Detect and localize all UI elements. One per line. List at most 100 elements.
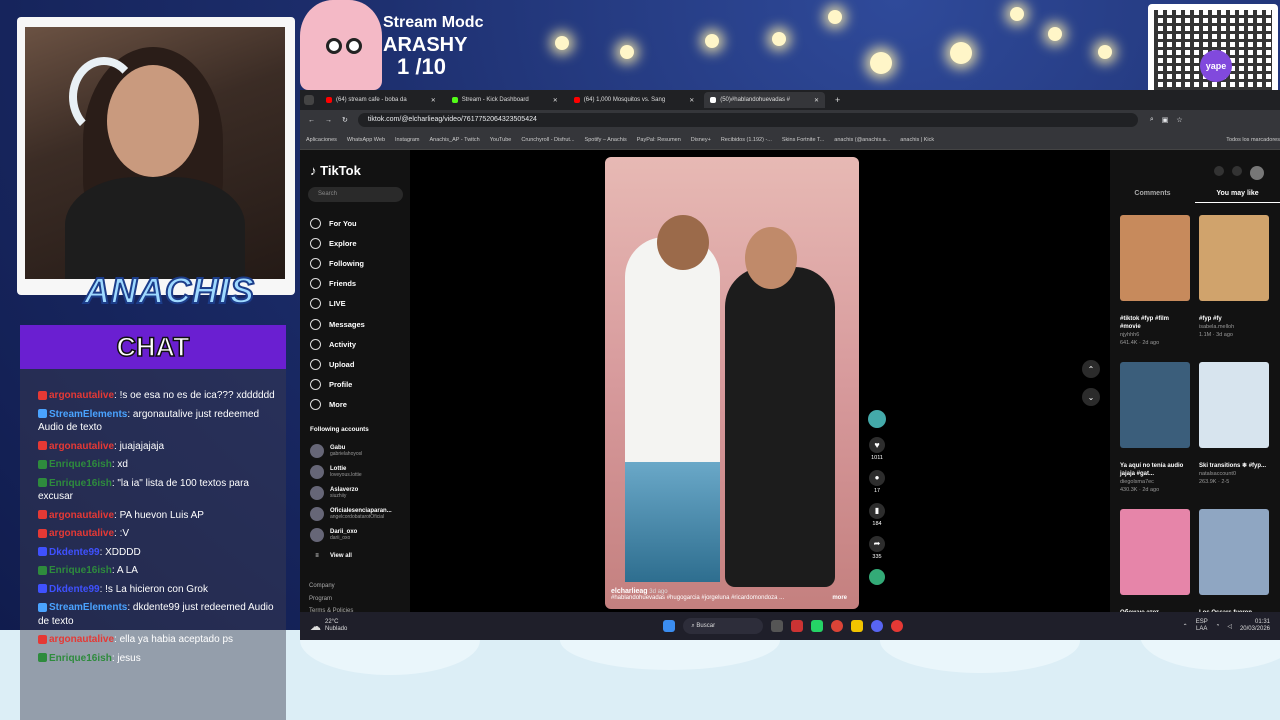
- bookmark-item[interactable]: Instagram: [395, 137, 419, 143]
- bookmark-item[interactable]: WhatsApp Web: [347, 137, 385, 143]
- previous-video-button[interactable]: ⌃: [1082, 360, 1100, 378]
- bookmark-item[interactable]: Spotify – Anachis: [585, 137, 627, 143]
- tiktok-logo[interactable]: ♪ TikTok: [310, 163, 361, 178]
- chat-username[interactable]: argonautalive: [49, 441, 114, 452]
- obs-icon[interactable]: [891, 620, 904, 632]
- file-explorer-icon[interactable]: [851, 620, 864, 632]
- browser-tab[interactable]: (64) stream cafe - boba da ✕: [320, 92, 442, 108]
- bookmark-item[interactable]: Skins Fortnite T...: [782, 137, 824, 143]
- footer-link[interactable]: Program: [309, 593, 353, 606]
- zoom-icon[interactable]: ⌕: [1150, 116, 1154, 124]
- chat-username[interactable]: argonautalive: [49, 634, 114, 645]
- comment-button[interactable]: ● 17: [866, 470, 888, 494]
- bookmark-item[interactable]: anachis | Kick: [900, 137, 934, 143]
- bookmark-item[interactable]: Recibidos (1.192) -...: [721, 137, 772, 143]
- nav-item-explore[interactable]: Explore: [310, 233, 365, 253]
- new-tab-icon[interactable]: +: [835, 95, 840, 105]
- nav-item-profile[interactable]: Profile: [310, 375, 365, 395]
- extension-icon[interactable]: ▣: [1162, 116, 1169, 124]
- chat-username[interactable]: Dkdente99: [49, 547, 100, 558]
- volume-icon[interactable]: ◁: [1227, 623, 1232, 630]
- bookmark-star-icon[interactable]: ☆: [1176, 116, 1182, 124]
- task-view-icon[interactable]: [771, 620, 784, 632]
- url-field[interactable]: tiktok.com/@elcharlieag/video/7617752064…: [357, 113, 1138, 127]
- nav-item-live[interactable]: LIVE: [310, 294, 365, 314]
- close-tab-icon[interactable]: ✕: [553, 97, 558, 104]
- like-button[interactable]: ♥ 1011: [866, 437, 888, 461]
- nav-item-activity[interactable]: Activity: [310, 334, 365, 354]
- nav-item-messages[interactable]: Messages: [310, 314, 365, 334]
- next-video-button[interactable]: ⌄: [1082, 388, 1100, 406]
- device-icon[interactable]: [1232, 166, 1242, 176]
- app-icon[interactable]: [791, 620, 804, 632]
- following-account[interactable]: Darii_oxo darii_oxo: [310, 524, 392, 545]
- share-button[interactable]: ➦ 335: [866, 536, 888, 560]
- music-disc-icon[interactable]: [866, 569, 888, 585]
- tray-chevron-icon[interactable]: ⌃: [1183, 623, 1188, 630]
- chat-username[interactable]: StreamElements: [49, 602, 127, 613]
- video-author[interactable]: elcharlieag: [611, 588, 648, 595]
- right-panel-tab[interactable]: Comments: [1110, 190, 1195, 203]
- chat-username[interactable]: Enrique16ish: [49, 565, 112, 576]
- bookmark-item[interactable]: Todos los marcadores: [1226, 137, 1280, 143]
- save-button[interactable]: ▮ 184: [866, 503, 888, 527]
- suggested-video[interactable]: #fyp #fy isabela.melloh 1.1M · 3d ago: [1199, 215, 1269, 362]
- search-input[interactable]: Search: [308, 187, 403, 202]
- chat-username[interactable]: Dkdente99: [49, 584, 100, 595]
- chat-username[interactable]: Enrique16ish: [49, 478, 112, 489]
- footer-link[interactable]: Company: [309, 580, 353, 593]
- whatsapp-icon[interactable]: [811, 620, 824, 632]
- browser-tab[interactable]: (64) 1,000 Mosquitos vs. Sang ✕: [568, 92, 700, 108]
- nav-item-upload[interactable]: Upload: [310, 354, 365, 374]
- video-thumbnail[interactable]: [1120, 509, 1190, 595]
- settings-icon[interactable]: [1214, 166, 1224, 176]
- back-icon[interactable]: ←: [308, 117, 315, 124]
- video-thumbnail[interactable]: [1120, 362, 1190, 448]
- nav-item-for-you[interactable]: For You: [310, 213, 365, 233]
- chat-username[interactable]: argonautalive: [49, 390, 114, 401]
- close-tab-icon[interactable]: ✕: [431, 97, 436, 104]
- nav-item-following[interactable]: Following: [310, 253, 365, 273]
- bookmark-item[interactable]: anachis (@anachis.a...: [834, 137, 890, 143]
- video-thumbnail[interactable]: [1199, 215, 1269, 301]
- following-account[interactable]: Gabu gabrielahoyosl: [310, 440, 392, 461]
- following-account[interactable]: Aslaverzo siuzhiiy: [310, 482, 392, 503]
- reload-icon[interactable]: ↻: [342, 116, 348, 124]
- profile-avatar[interactable]: [1250, 166, 1264, 180]
- chat-username[interactable]: Enrique16ish: [49, 653, 112, 664]
- bookmark-item[interactable]: Disney+: [691, 137, 711, 143]
- video-hashtags[interactable]: #hablandohuevadas #hugogarcia #jorgeluna…: [611, 595, 784, 601]
- following-account[interactable]: Oficialesenciaparan... angelcordobatarotO…: [310, 503, 392, 524]
- weather-widget[interactable]: ☁ 22°C Nublado: [310, 619, 347, 633]
- wifi-icon[interactable]: ◔: [1216, 623, 1220, 629]
- browser-tab[interactable]: Stream - Kick Dashboard ✕: [446, 92, 564, 108]
- clock-time[interactable]: 01:31: [1240, 619, 1270, 626]
- nav-item-more[interactable]: More: [310, 395, 365, 415]
- video-player[interactable]: elcharlieag 3d ago #hablandohuevadas #hu…: [605, 157, 859, 609]
- taskbar-search[interactable]: ⌕ Buscar: [683, 618, 764, 634]
- nav-item-friends[interactable]: Friends: [310, 274, 365, 294]
- bookmark-item[interactable]: PayPal: Resumen: [637, 137, 681, 143]
- bookmark-item[interactable]: YouTube: [490, 137, 512, 143]
- chat-username[interactable]: argonautalive: [49, 510, 114, 521]
- video-thumbnail[interactable]: [1120, 215, 1190, 301]
- video-thumbnail[interactable]: [1199, 509, 1269, 595]
- following-account[interactable]: Lottie loveyous.lottie: [310, 461, 392, 482]
- bookmark-item[interactable]: Anachis_AP - Twitch: [429, 137, 479, 143]
- view-all-link[interactable]: ≡ View all: [310, 545, 392, 566]
- bookmark-item[interactable]: Crunchyroll - Disfrut...: [521, 137, 574, 143]
- suggested-video[interactable]: Ski transitions ❄ #fyp... natalsaccount0 2…: [1199, 362, 1269, 509]
- language-code[interactable]: ESP: [1196, 619, 1208, 626]
- suggested-video[interactable]: #tiktok #fyp #film #movie njyhhh6 641.4K ·…: [1120, 215, 1190, 362]
- close-tab-icon[interactable]: ✕: [814, 97, 819, 104]
- chrome-icon[interactable]: [831, 620, 844, 632]
- chat-username[interactable]: Enrique16ish: [49, 459, 112, 470]
- video-thumbnail[interactable]: [1199, 362, 1269, 448]
- forward-icon[interactable]: →: [325, 117, 332, 124]
- bookmark-item[interactable]: Aplicaciones: [306, 137, 337, 143]
- start-icon[interactable]: [663, 620, 676, 632]
- chat-username[interactable]: argonautalive: [49, 528, 114, 539]
- suggested-video[interactable]: Ya aquí no tenía audio jajaja #gat... die…: [1120, 362, 1190, 509]
- browser-tab[interactable]: (50)#hablandohuevadas # ✕: [704, 92, 825, 108]
- tab-search-icon[interactable]: [304, 95, 314, 105]
